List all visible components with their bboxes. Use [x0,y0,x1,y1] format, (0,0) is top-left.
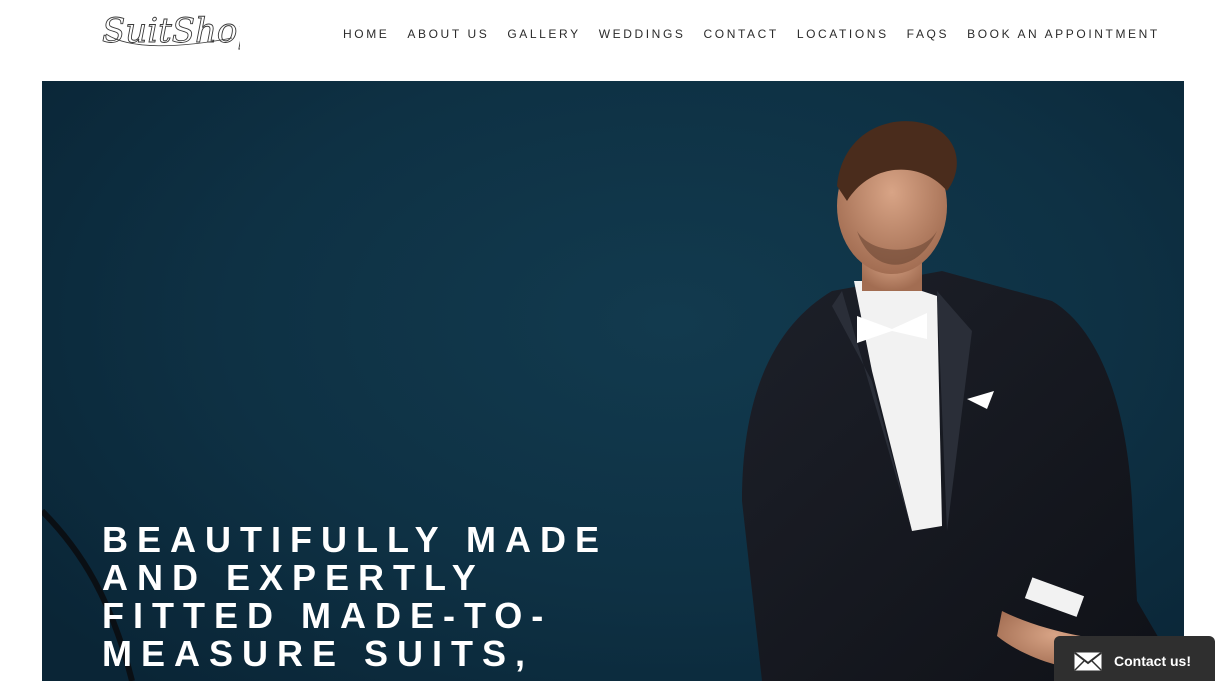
nav-gallery[interactable]: GALLERY [507,26,580,42]
contact-us-button[interactable]: Contact us! [1054,636,1215,681]
nav-weddings[interactable]: WEDDINGS [599,26,686,42]
suitshop-logo[interactable]: SuitShop [100,4,240,64]
headline-line-1: BEAUTIFULLY MADE [102,519,609,560]
nav-locations[interactable]: LOCATIONS [797,26,889,42]
hero-banner: BEAUTIFULLY MADE AND EXPERTLY FITTED MADE-… [42,81,1184,681]
nav-home[interactable]: HOME [343,26,389,42]
contact-us-label: Contact us! [1114,653,1191,669]
nav-book-an-appointment[interactable]: BOOK AN APPOINTMENT [967,26,1160,42]
main-nav: HOME ABOUT US GALLERY WEDDINGS CONTACT L… [343,26,1160,42]
nav-faqs[interactable]: FAQS [907,26,949,42]
headline-line-2: AND EXPERTLY [102,557,485,598]
page: SuitShop HOME ABOUT US GALLERY WEDDINGS … [0,0,1226,681]
headline-line-4: MEASURE SUITS, [102,633,535,674]
site-header: SuitShop HOME ABOUT US GALLERY WEDDINGS … [0,0,1226,81]
nav-about-us[interactable]: ABOUT US [407,26,489,42]
nav-contact[interactable]: CONTACT [704,26,779,42]
headline-line-3: FITTED MADE-TO- [102,595,553,636]
hero-headline: BEAUTIFULLY MADE AND EXPERTLY FITTED MADE-… [102,521,722,673]
logo-script: SuitShop [102,11,240,52]
mail-icon [1074,651,1102,671]
logo-wordmark: SuitShop [102,11,240,51]
